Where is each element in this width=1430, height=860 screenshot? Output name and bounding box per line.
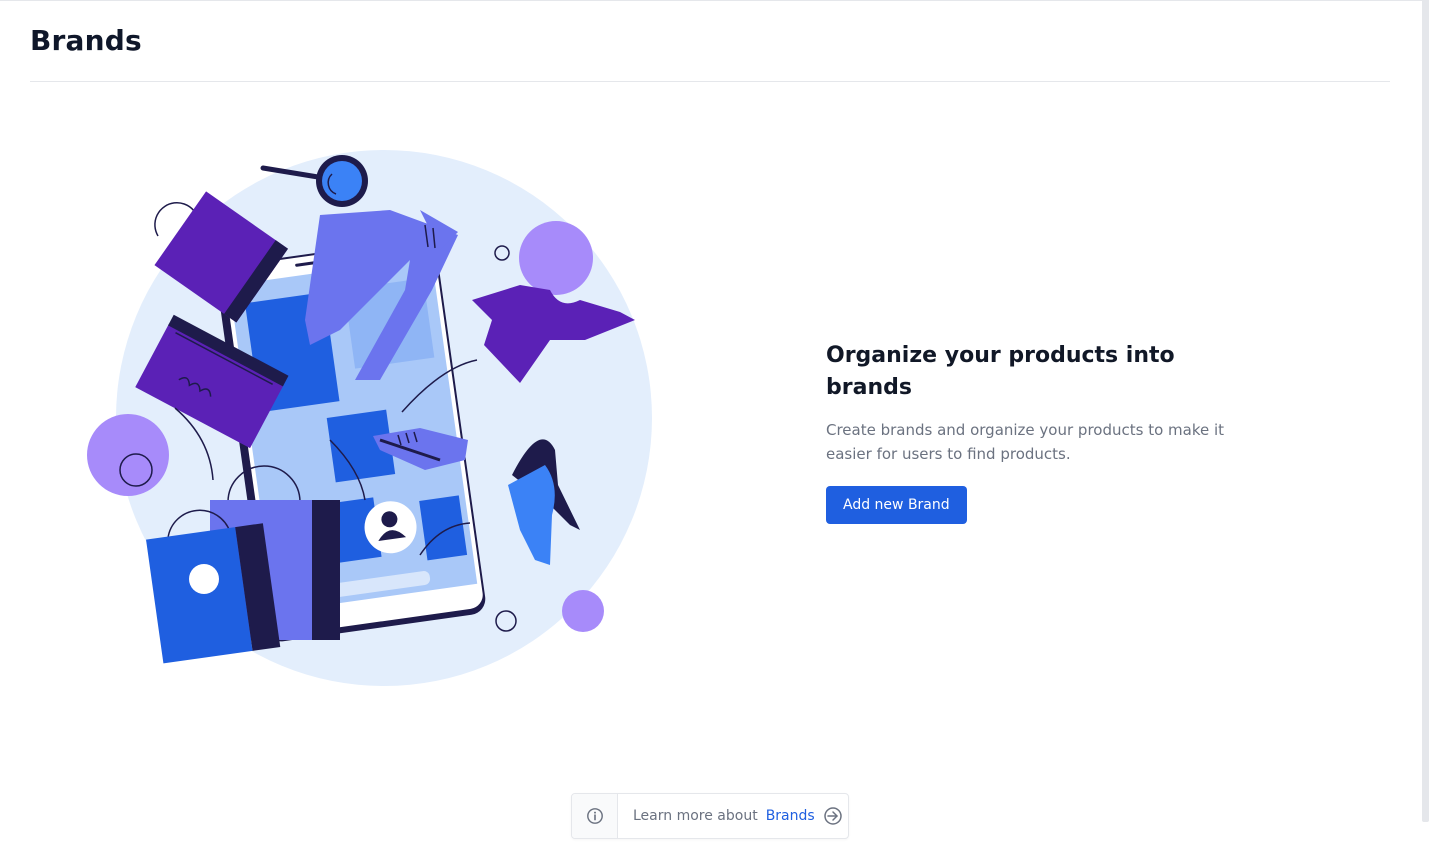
learn-more-text: Learn more about — [633, 808, 758, 824]
purple-dot-bottom-right — [562, 590, 604, 632]
arrow-right-circle-icon[interactable] — [823, 806, 843, 826]
scrollbar-track[interactable] — [1422, 0, 1430, 860]
info-cell — [572, 794, 618, 838]
scrollbar-thumb[interactable] — [1422, 0, 1429, 822]
empty-state-description: Create brands and organize your products… — [826, 421, 1225, 463]
purple-dot-top-right — [519, 221, 593, 295]
title-divider — [30, 81, 1390, 82]
empty-state-content: Organize your products into brands Creat… — [826, 340, 1246, 524]
info-icon — [586, 808, 603, 824]
empty-state-heading: Organize your products into brands — [826, 343, 1175, 400]
empty-state-illustration — [87, 150, 652, 686]
add-new-brand-button[interactable]: Add new Brand — [826, 486, 967, 524]
top-border — [0, 0, 1422, 1]
learn-more-banner: Learn more about Brands — [571, 793, 849, 839]
page-title: Brands — [30, 24, 142, 57]
brands-docs-link[interactable]: Brands — [766, 808, 815, 824]
